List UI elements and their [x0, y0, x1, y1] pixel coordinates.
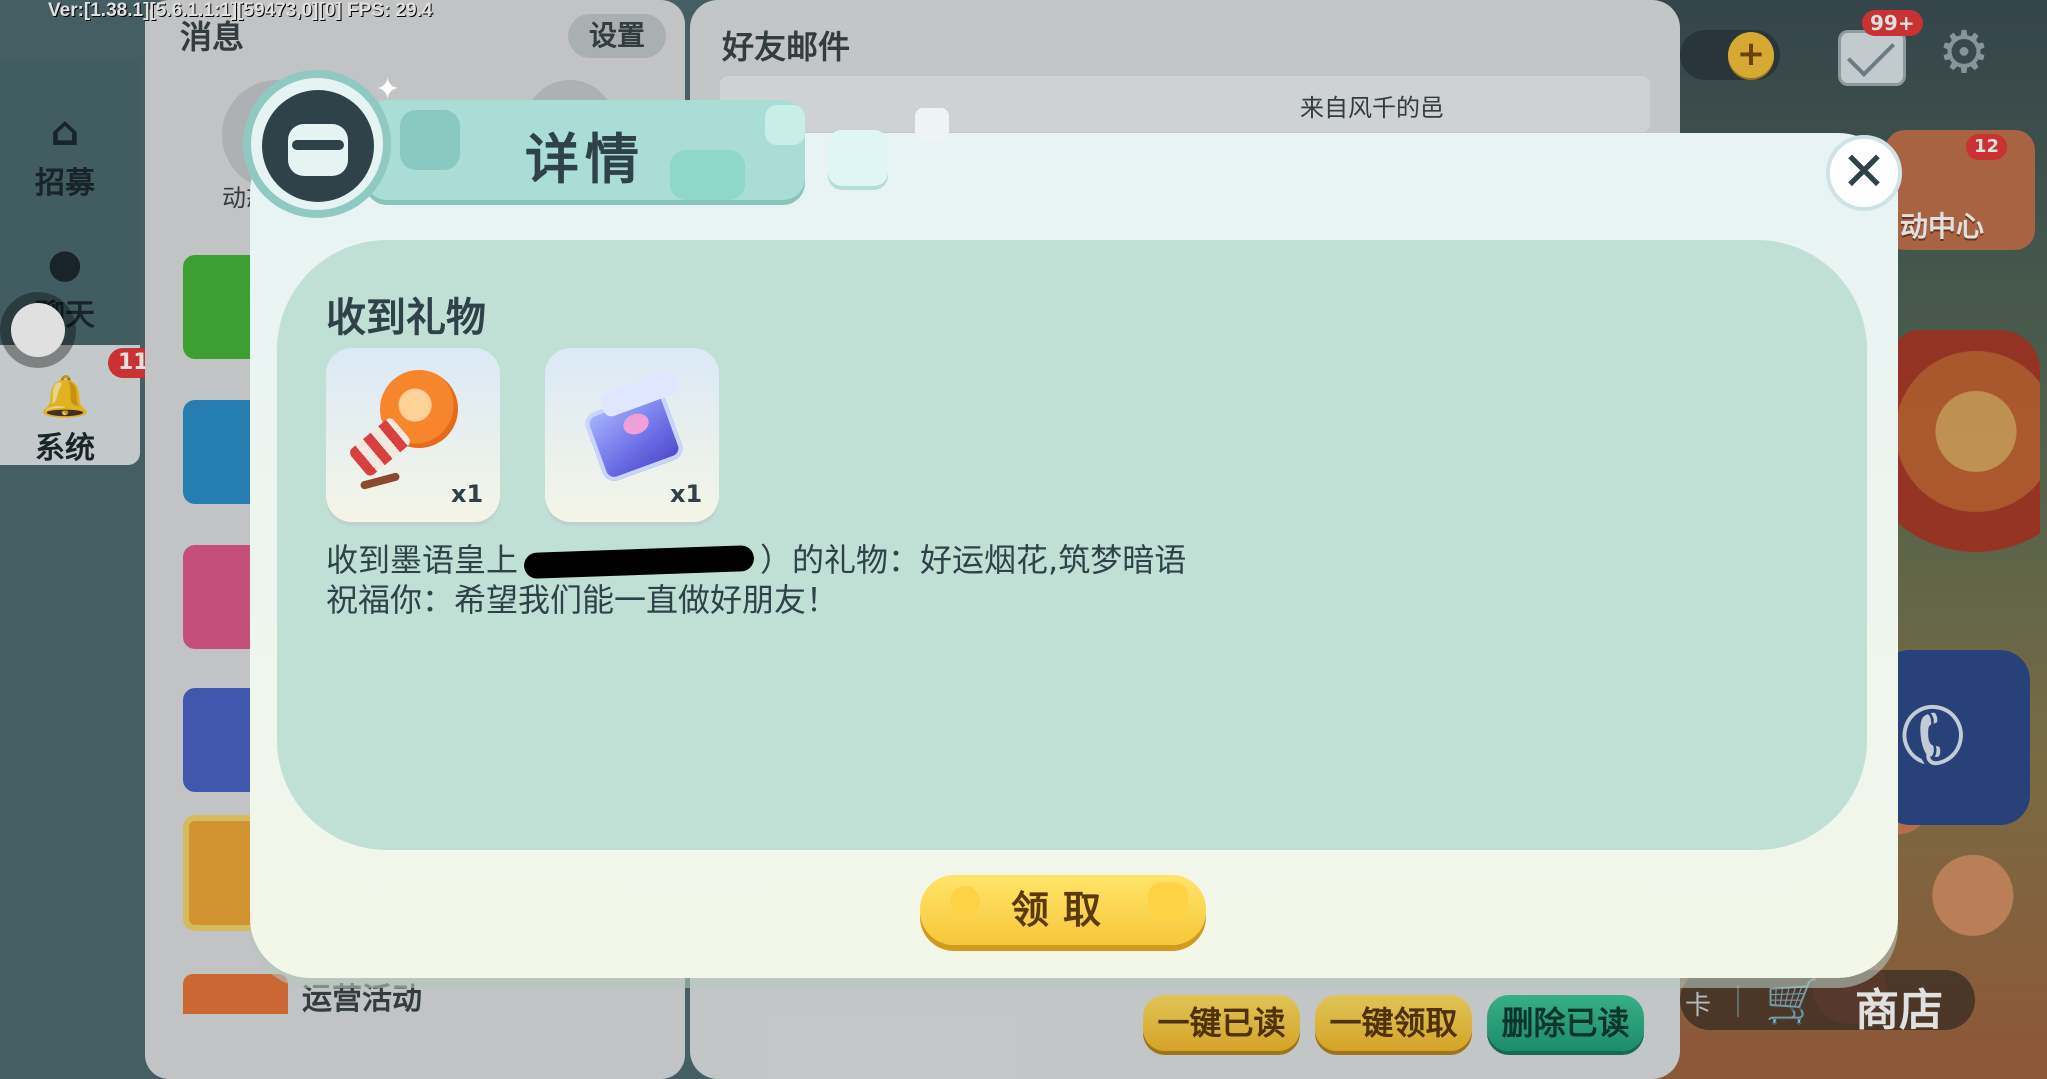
gift-message-prefix: 收到墨语皇上: [326, 541, 519, 579]
decoration: [1148, 882, 1188, 918]
gift-message: 收到墨语皇上 ）的礼物：好运烟花,筑梦暗语 祝福你：希望我们能一直做好朋友！: [326, 540, 1186, 620]
sparkle-icon: ✦: [375, 72, 401, 107]
game-screen: + 99+ ⚙ 动中心 12 ✆ 卡 🛒 商店 ⌂ 招募 ● 聊天 🔔 系统 1…: [0, 0, 2047, 1079]
decoration: [828, 130, 888, 186]
ninja-avatar-icon: [262, 90, 374, 202]
gift-message-suffix: ）的礼物：好运烟花,筑梦暗语: [760, 541, 1187, 579]
gift-message-line2: 祝福你：希望我们能一直做好朋友！: [326, 581, 839, 619]
detail-title: 详情: [525, 128, 645, 191]
gift-quantity: x1: [451, 480, 484, 508]
decoration: [400, 110, 460, 170]
decoration: [765, 105, 805, 145]
gift-message-line1: 收到墨语皇上 ）的礼物：好运烟花,筑梦暗语: [326, 540, 1186, 580]
received-gift-title: 收到礼物: [326, 295, 486, 341]
decoration: [670, 150, 745, 200]
decoration: [915, 108, 949, 142]
gift-quantity: x1: [670, 480, 703, 508]
claim-button-label: 领取: [1010, 888, 1115, 932]
redaction-mark: [523, 544, 755, 580]
close-button[interactable]: ✕: [1826, 135, 1902, 211]
decoration: [950, 886, 980, 916]
